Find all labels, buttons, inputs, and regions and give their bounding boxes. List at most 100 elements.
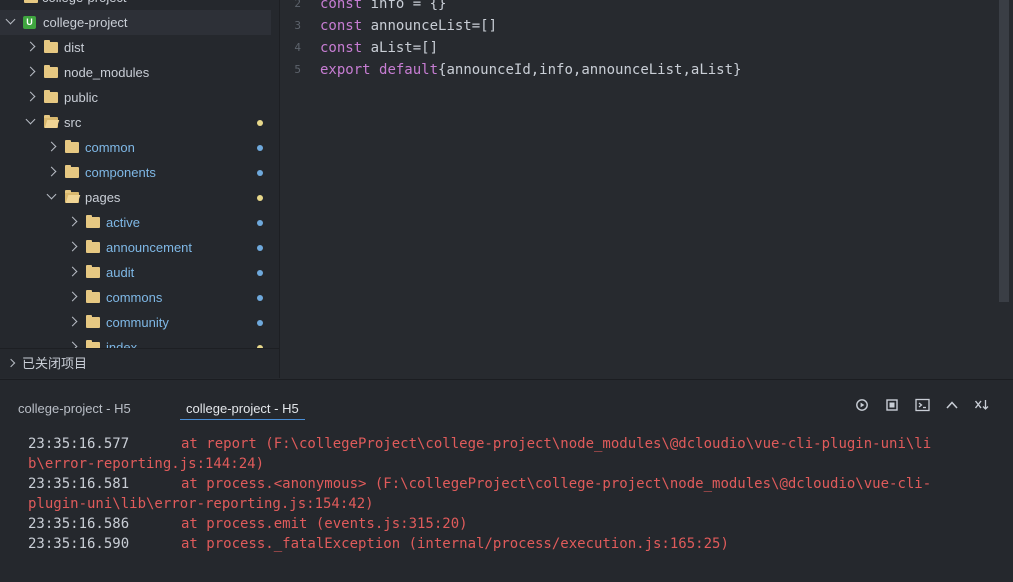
code-text: const announceList=[] [320,15,497,37]
folder-icon [44,40,58,53]
keyword-token: export [320,62,371,78]
console-toolbar [853,398,993,416]
code-token: info = {} [362,0,447,12]
project-label: college-project [43,15,128,30]
chevron-right-icon [6,358,16,368]
status-dot [257,170,263,176]
keyword-token: default [379,62,439,78]
log-message: at process._fatalException (internal/pro… [181,536,729,552]
log-message-continuation: b\error-reporting.js:144:24) [28,456,265,472]
console-tab-2[interactable]: college-project - H5 [180,400,305,420]
chevron-right-icon[interactable] [67,241,78,252]
tree-item-label: components [85,165,156,180]
chevron-right-icon[interactable] [25,66,36,77]
tree-item-node-modules[interactable]: node_modules [0,60,271,85]
status-dot [257,320,263,326]
console-panel: college-project - H5 college-project - H… [0,379,1013,582]
restart-icon[interactable] [853,398,871,416]
chevron-right-icon[interactable] [67,266,78,277]
line-number: 4 [294,41,301,54]
code-editor[interactable]: 2 const info = {} 3 const announceList=[] 4 c… [281,0,1013,378]
chevron-right-icon[interactable] [67,316,78,327]
keyword-token: const [320,0,363,12]
tree-item-community[interactable]: community [0,310,271,335]
code-text: const info = {} [320,0,446,15]
log-message: at report (F:\collegeProject\college-pro… [181,436,932,452]
status-dot [257,220,263,226]
tree-item-label: community [106,315,169,330]
chevron-right-icon[interactable] [46,166,57,177]
chevron-right-icon[interactable] [67,291,78,302]
tree-item-audit[interactable]: audit [0,260,271,285]
status-dot [257,295,263,301]
console-tab-1[interactable]: college-project - H5 [18,400,131,420]
stop-icon[interactable] [883,398,901,416]
chevron-right-icon[interactable] [67,216,78,227]
chevron-right-icon[interactable] [25,41,36,52]
log-row: 23:35:16.590 at process._fatalException (… [0,534,1013,554]
line-number: 2 [294,0,301,10]
tree-item-dist[interactable]: dist [0,35,271,60]
keyword-token: const [320,18,363,34]
tree-item-label: college-project [42,0,127,10]
tree-item-label: dist [64,40,85,55]
chevron-down-icon[interactable] [5,14,16,25]
tree-item-partial[interactable]: college-project [0,0,271,10]
tree-item-project[interactable]: U college-project [0,10,271,35]
status-dot [257,120,263,126]
code-text: export default{announceId,info,announceL… [320,59,741,81]
tree-item-common[interactable]: common [0,135,271,160]
closed-projects-label: 已关闭项目 [22,356,88,371]
tree-item-label: public [64,90,98,105]
tree-item-label: commons [106,290,163,305]
terminal-icon[interactable] [913,398,931,416]
close-panel-icon[interactable] [973,398,991,416]
tree-item-announcement[interactable]: announcement [0,235,271,260]
chevron-up-icon[interactable] [943,398,961,416]
status-dot [257,145,263,151]
tree-item-label: pages [85,190,121,205]
code-text: const aList=[] [320,37,438,59]
chevron-down-icon[interactable] [46,189,57,200]
log-timestamp: 23:35:16.590 [28,536,130,552]
file-tree: college-project U college-project dist no… [0,0,271,360]
tree-item-active[interactable]: active [0,210,271,235]
log-message-continuation: plugin-uni\lib\error-reporting.js:154:42… [28,496,374,512]
folder-icon [24,0,38,3]
folder-icon [86,265,100,278]
status-dot [257,245,263,251]
folder-open-icon [65,190,79,203]
tree-item-public[interactable]: public [0,85,271,110]
tree-item-label: common [85,140,135,155]
chevron-right-icon[interactable] [46,141,57,152]
folder-icon [86,290,100,303]
log-row-continuation: b\error-reporting.js:144:24) [0,454,1013,474]
tree-item-label: active [106,215,140,230]
folder-icon [65,140,79,153]
log-message: at process.emit (events.js:315:20) [181,516,468,532]
log-row-continuation: plugin-uni\lib\error-reporting.js:154:42… [0,494,1013,514]
status-dot [257,270,263,276]
line-number: 3 [294,19,301,32]
tree-items: dist node_modulespublic src common component… [0,35,271,360]
tree-item-src[interactable]: src [0,110,271,135]
tree-item-commons[interactable]: commons [0,285,271,310]
keyword-token: const [320,40,363,56]
folder-open-icon [44,115,58,128]
chevron-down-icon[interactable] [25,114,36,125]
tree-item-components[interactable]: components [0,160,271,185]
log-timestamp: 23:35:16.586 [28,516,130,532]
log-timestamp: 23:35:16.577 [28,436,130,452]
tree-item-pages[interactable]: pages [0,185,271,210]
log-timestamp: 23:35:16.581 [28,476,130,492]
closed-projects-bar[interactable]: 已关闭项目 [0,348,279,378]
console-output[interactable]: 23:35:16.577 at report (F:\collegeProject… [0,434,1013,554]
status-dot [257,195,263,201]
editor-scrollbar[interactable] [999,0,1009,302]
project-explorer: college-project U college-project dist no… [0,0,280,378]
folder-icon [86,315,100,328]
code-token: {announceId,info,announceList,aList} [438,62,742,78]
chevron-right-icon[interactable] [25,91,36,102]
code-token: announceList=[] [362,18,498,34]
folder-icon [86,240,100,253]
